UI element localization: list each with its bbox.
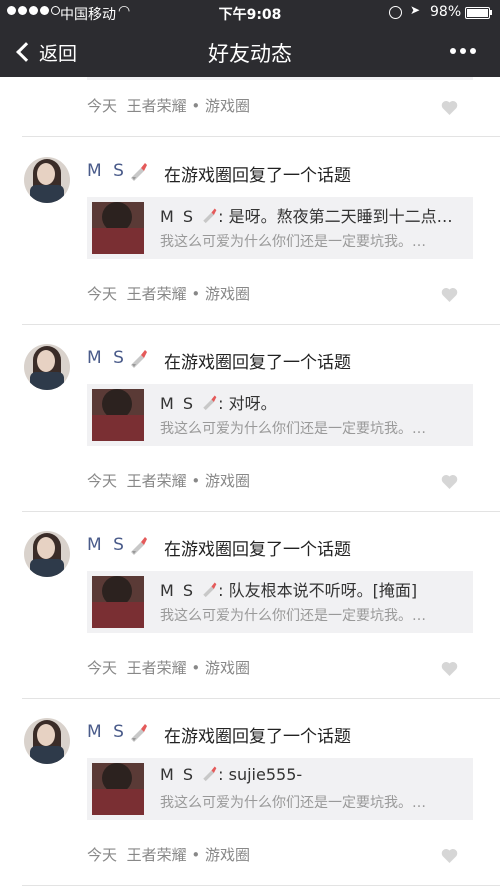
meta-time: 今天	[87, 97, 118, 115]
meta-separator: •	[191, 97, 201, 115]
feed[interactable]: 今天 王者荣耀 • 游戏圈 M S 在游戏圈回复了一个话题 M S : 是呀。熬…	[0, 77, 500, 889]
badge-icon	[131, 350, 147, 368]
meta-separator: •	[191, 285, 201, 303]
action-text: 在游戏圈回复了一个话题	[164, 166, 351, 186]
meta-circle: 游戏圈	[205, 659, 251, 677]
quote-card[interactable]: M S : 对呀。 我这么可爱为什么你们还是一定要坑我。…	[87, 384, 473, 446]
action-text: 在游戏圈回复了一个话题	[164, 727, 351, 747]
meta-separator: •	[191, 472, 201, 490]
reply-line: M S : 队友根本说不听呀。[掩面]	[160, 577, 465, 601]
reply-text: : 对呀。	[218, 394, 277, 413]
meta-game: 王者荣耀	[126, 97, 187, 115]
lock-rotation-icon	[389, 6, 402, 19]
user-name[interactable]: M S	[87, 348, 127, 368]
reply-text: : 队友根本说不听呀。[掩面]	[218, 581, 418, 600]
meta-game: 王者荣耀	[126, 285, 187, 303]
meta-game: 王者荣耀	[126, 659, 187, 677]
divider	[22, 511, 500, 512]
quote-card[interactable]	[87, 77, 473, 80]
action-text: 在游戏圈回复了一个话题	[164, 540, 351, 560]
avatar[interactable]	[24, 718, 70, 764]
meta-line: 今天 王者荣耀 • 游戏圈	[87, 283, 250, 304]
divider	[22, 885, 500, 886]
topic-thumbnail	[92, 202, 144, 254]
meta-time: 今天	[87, 472, 118, 490]
topic-thumbnail	[92, 763, 144, 815]
user-name[interactable]: M S	[87, 722, 127, 742]
quote-card[interactable]: M S : sujie555- 我这么可爱为什么你们还是一定要坑我。…	[87, 758, 473, 820]
meta-line: 今天 王者荣耀 • 游戏圈	[87, 470, 250, 491]
heart-icon[interactable]	[441, 100, 458, 115]
badge-icon	[203, 582, 217, 598]
reply-text: : 是呀。熬夜第二天睡到十二点…	[218, 207, 453, 226]
topic-thumbnail	[92, 389, 144, 441]
reply-line: M S : sujie555-	[160, 764, 465, 784]
divider	[22, 324, 500, 325]
topic-text: 我这么可爱为什么你们还是一定要坑我。…	[160, 608, 426, 624]
topic-text: 我这么可爱为什么你们还是一定要坑我。…	[160, 421, 426, 437]
location-icon: ➤	[410, 3, 421, 17]
battery-percent: 98%	[430, 4, 462, 20]
avatar[interactable]	[24, 157, 70, 203]
meta-circle: 游戏圈	[205, 97, 251, 115]
badge-icon	[131, 724, 147, 742]
action-text: 在游戏圈回复了一个话题	[164, 353, 351, 373]
badge-icon	[131, 537, 147, 555]
meta-circle: 游戏圈	[205, 472, 251, 490]
topic-text: 我这么可爱为什么你们还是一定要坑我。…	[160, 234, 426, 250]
meta-time: 今天	[87, 285, 118, 303]
quote-card[interactable]: M S : 队友根本说不听呀。[掩面] 我这么可爱为什么你们还是一定要坑我。…	[87, 571, 473, 633]
reply-author: M S	[160, 394, 196, 413]
nav-bar: 返回 好友动态	[0, 26, 500, 77]
topic-text: 我这么可爱为什么你们还是一定要坑我。…	[160, 795, 426, 811]
badge-icon	[203, 395, 217, 411]
meta-line: 今天 王者荣耀 • 游戏圈	[87, 95, 250, 116]
meta-circle: 游戏圈	[205, 285, 251, 303]
meta-game: 王者荣耀	[126, 472, 187, 490]
user-name[interactable]: M S	[87, 161, 127, 181]
meta-game: 王者荣耀	[126, 846, 187, 864]
heart-icon[interactable]	[441, 661, 458, 676]
reply-author: M S	[160, 207, 196, 226]
meta-separator: •	[191, 659, 201, 677]
user-name[interactable]: M S	[87, 535, 127, 555]
battery-icon	[465, 7, 490, 19]
topic-thumbnail	[92, 576, 144, 628]
status-bar: 中国移动 ◠ 下午9:08 ➤ 98%	[0, 0, 500, 26]
more-icon[interactable]	[450, 48, 476, 54]
heart-icon[interactable]	[441, 848, 458, 863]
badge-icon	[203, 766, 217, 782]
reply-line: M S : 对呀。	[160, 390, 465, 414]
reply-line: M S : 是呀。熬夜第二天睡到十二点…	[160, 203, 465, 227]
status-time: 下午9:08	[218, 7, 282, 23]
top-bar: 中国移动 ◠ 下午9:08 ➤ 98% 返回 好友动态	[0, 0, 500, 77]
battery-cap	[490, 10, 492, 15]
meta-time: 今天	[87, 846, 118, 864]
meta-circle: 游戏圈	[205, 846, 251, 864]
avatar[interactable]	[24, 531, 70, 577]
divider	[22, 136, 500, 137]
avatar[interactable]	[24, 344, 70, 390]
reply-author: M S	[160, 581, 196, 600]
reply-author: M S	[160, 765, 196, 784]
meta-line: 今天 王者荣耀 • 游戏圈	[87, 657, 250, 678]
badge-icon	[131, 163, 147, 181]
reply-text: : sujie555-	[218, 765, 303, 784]
badge-icon	[203, 208, 217, 224]
page-title: 好友动态	[208, 42, 292, 66]
heart-icon[interactable]	[441, 474, 458, 489]
quote-card[interactable]: M S : 是呀。熬夜第二天睡到十二点… 我这么可爱为什么你们还是一定要坑我。…	[87, 197, 473, 259]
heart-icon[interactable]	[441, 287, 458, 302]
meta-separator: •	[191, 846, 201, 864]
meta-time: 今天	[87, 659, 118, 677]
divider	[22, 698, 500, 699]
meta-line: 今天 王者荣耀 • 游戏圈	[87, 844, 250, 865]
